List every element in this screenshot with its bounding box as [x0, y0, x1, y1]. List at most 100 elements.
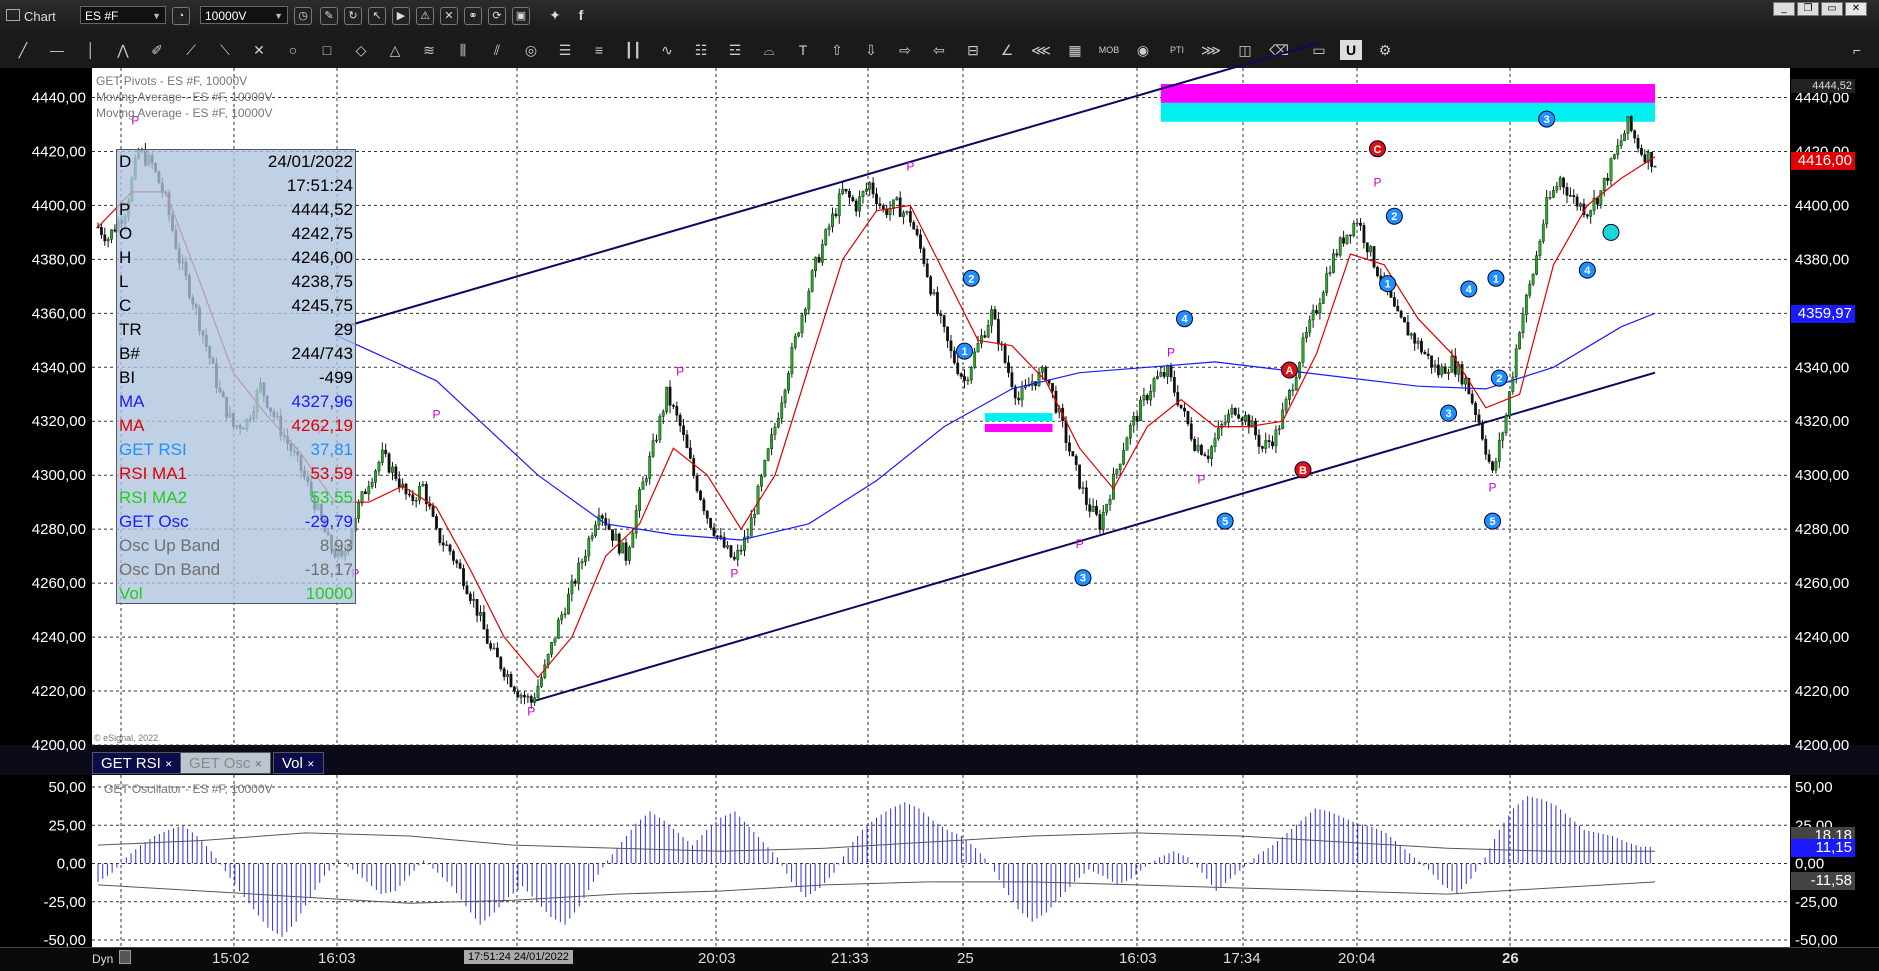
dyn-scale-icon[interactable]	[119, 950, 131, 964]
price-tick-left: 4320,00	[32, 413, 86, 430]
candle-body	[1568, 195, 1572, 197]
oscillator-pane	[92, 775, 1790, 947]
candle-body	[1233, 407, 1237, 415]
candle-body	[1633, 130, 1637, 139]
candle-body	[452, 551, 455, 561]
candle-body	[414, 499, 418, 502]
info-row: B# 244/743	[117, 342, 355, 366]
candle-body	[776, 418, 780, 428]
candle-body	[431, 505, 435, 517]
candle-body	[1227, 413, 1230, 423]
candle-body	[1430, 355, 1434, 368]
copyright: © eSignal, 2022	[94, 733, 159, 743]
info-row: BI -499	[117, 366, 355, 390]
candle-body	[875, 193, 878, 205]
candle-body	[1342, 237, 1346, 244]
candle-body	[611, 529, 614, 541]
candle-body	[763, 460, 767, 477]
candle-body	[512, 686, 516, 692]
candle-body	[705, 510, 709, 519]
oscillator-legend: GET Oscillator - ES #F, 10000V	[104, 782, 273, 796]
candle-body	[634, 510, 638, 534]
candle-body	[1101, 511, 1105, 530]
candle-body	[1162, 372, 1166, 377]
candle-body	[1152, 378, 1156, 392]
tab-vol-label: Vol	[282, 755, 303, 772]
candle-body	[516, 691, 520, 698]
price-tick-right: 4400,00	[1795, 197, 1849, 214]
candle-body	[760, 475, 763, 487]
price-zone	[984, 413, 1053, 422]
candle-body	[408, 493, 411, 496]
candle-body	[1200, 444, 1203, 455]
candle-body	[1443, 366, 1447, 374]
candle-body	[1108, 499, 1112, 505]
info-row: RSI MA1 53,59	[117, 462, 355, 486]
candle-body	[489, 643, 493, 649]
candle-body	[695, 475, 699, 492]
candle-body	[540, 677, 543, 687]
info-row: RSI MA2 53,55	[117, 486, 355, 510]
candle-body	[1436, 364, 1440, 376]
info-value: 53,55	[310, 488, 353, 507]
candle-body	[952, 350, 956, 364]
candle-body	[1602, 177, 1606, 191]
dyn-label[interactable]: Dyn	[92, 952, 113, 966]
candle-body	[1301, 337, 1305, 363]
candle-body	[1311, 310, 1315, 321]
candle-body	[1440, 366, 1444, 376]
candle-body	[983, 335, 987, 338]
candle-body	[492, 647, 496, 650]
tab-get-rsi[interactable]: GET RSI ✕	[92, 752, 182, 774]
tab-get-osc[interactable]: GET Osc ✕	[180, 752, 272, 774]
time-label-4: 25	[957, 950, 974, 967]
info-key: MA	[119, 416, 145, 435]
candle-body	[675, 406, 679, 416]
candle-body	[712, 527, 716, 536]
candle-body	[1558, 177, 1562, 187]
candle-body	[1450, 355, 1454, 373]
close-icon[interactable]: ✕	[307, 759, 315, 769]
legend-ma1: Moving Average - ES #F, 10000V	[96, 90, 273, 104]
candle-body	[770, 434, 773, 449]
candle-body	[367, 486, 371, 495]
price-tick-right: 4280,00	[1795, 521, 1849, 538]
candle-body	[96, 226, 100, 229]
close-icon[interactable]: ✕	[255, 759, 263, 769]
price-tick-right: 4220,00	[1795, 683, 1849, 700]
candle-body	[1484, 438, 1488, 455]
wave-label: 2	[968, 273, 974, 285]
candle-body	[462, 568, 465, 587]
close-icon[interactable]: ✕	[165, 759, 173, 769]
candle-body	[1172, 376, 1176, 393]
wave-label: 3	[1445, 408, 1451, 420]
candle-body	[563, 613, 567, 616]
candle-body	[570, 580, 574, 595]
candle-body	[1132, 416, 1136, 426]
tab-vol[interactable]: Vol ✕	[273, 752, 324, 774]
price-tick-right: 4240,00	[1795, 629, 1849, 646]
candle-body	[553, 638, 557, 643]
candle-body	[837, 193, 841, 217]
candle-body	[817, 256, 821, 263]
candle-body	[783, 389, 787, 404]
time-axis-bar[interactable]	[0, 947, 1879, 971]
candle-body	[749, 517, 753, 537]
candle-body	[1626, 116, 1630, 134]
info-value: 244/743	[291, 344, 353, 363]
candle-body	[550, 642, 553, 655]
candle-body	[502, 668, 506, 677]
candle-body	[370, 481, 374, 487]
candle-body	[1216, 427, 1220, 439]
info-row: MA 4262,19	[117, 414, 355, 438]
candle-body	[380, 449, 384, 463]
pivot-label: P	[527, 704, 535, 718]
candle-body	[1508, 391, 1511, 417]
candle-body	[820, 244, 824, 263]
info-key: RSI MA2	[119, 488, 188, 507]
candle-body	[1623, 133, 1626, 142]
candle-body	[685, 434, 689, 449]
candle-body	[1277, 428, 1281, 431]
pivot-label: P	[1076, 537, 1084, 551]
candle-body	[1555, 185, 1559, 191]
